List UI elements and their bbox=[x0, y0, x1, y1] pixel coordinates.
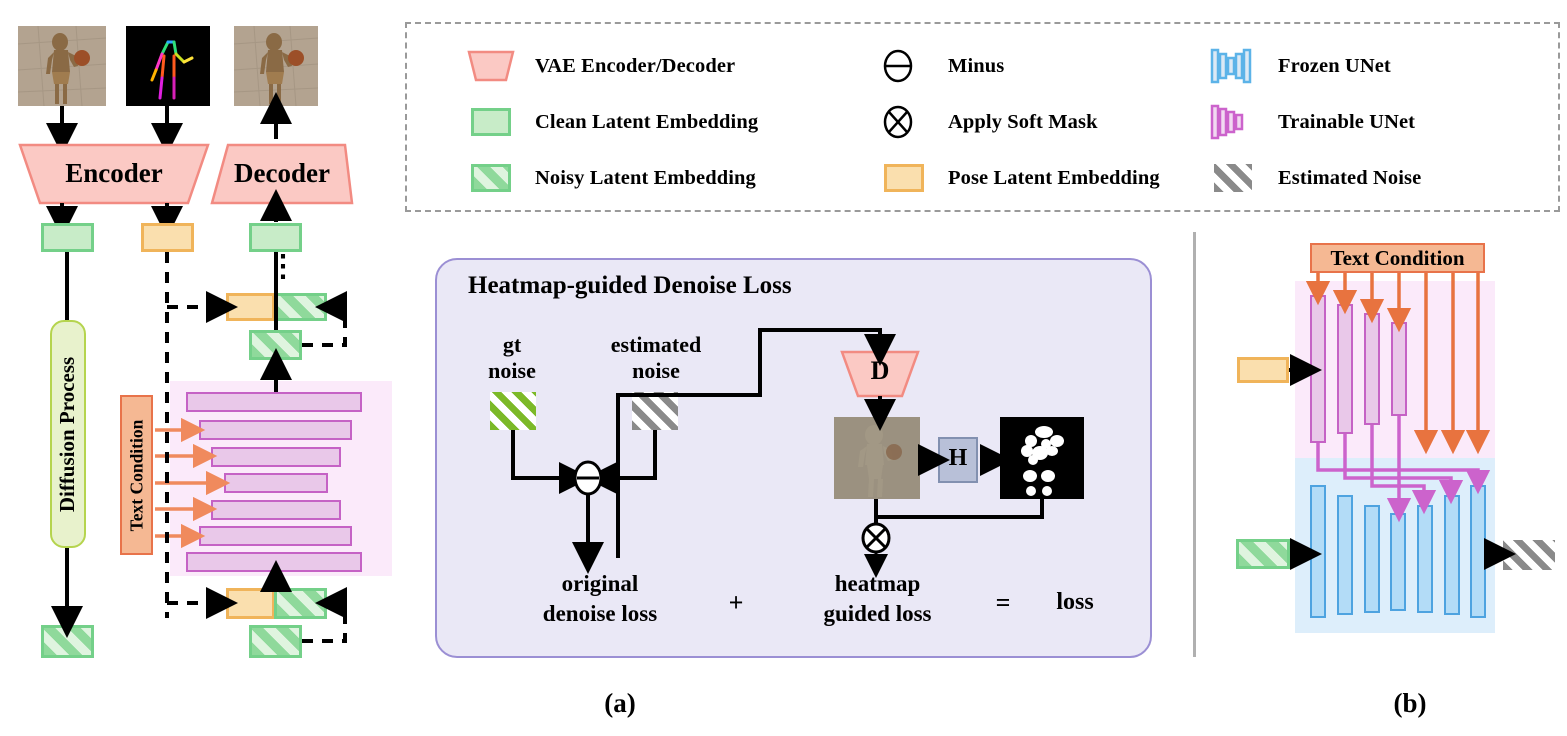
caption-b: (b) bbox=[1393, 688, 1427, 718]
panel-b-wiring bbox=[1289, 273, 1516, 570]
caption-a: (a) bbox=[604, 688, 636, 718]
